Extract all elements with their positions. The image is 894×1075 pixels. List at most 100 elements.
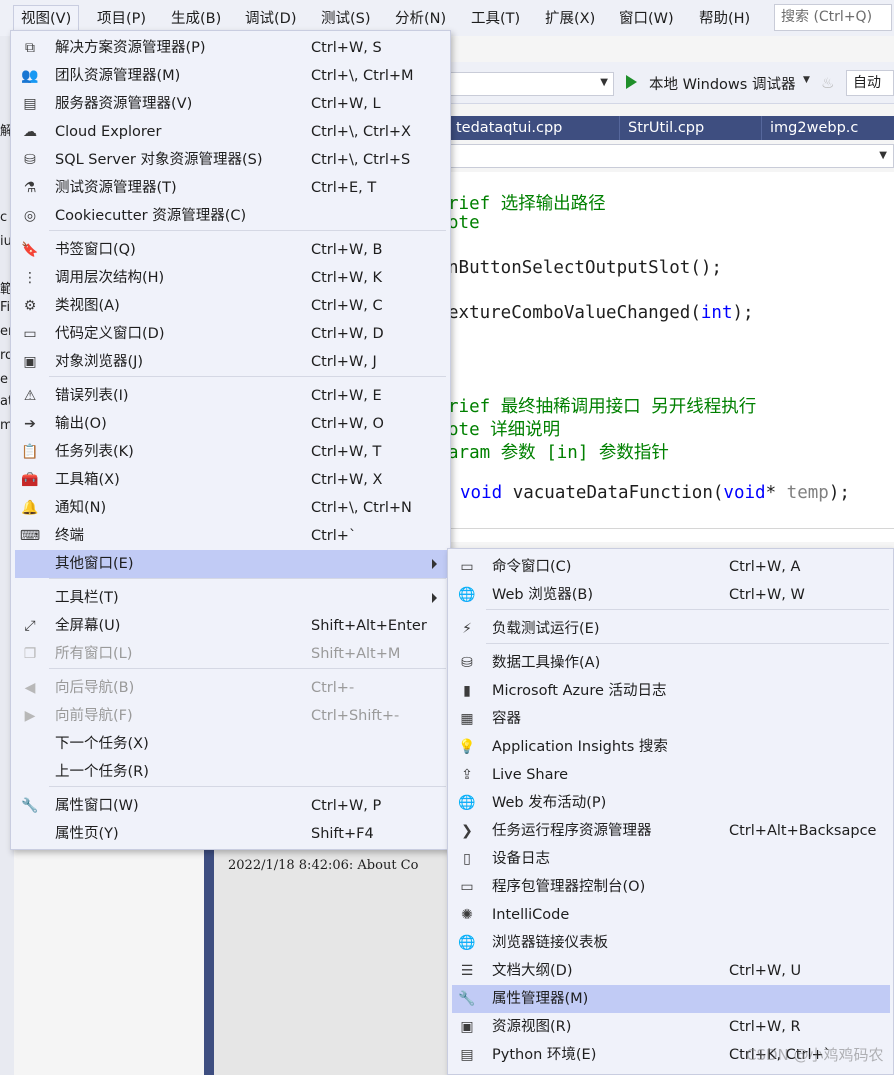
- other-windows-item[interactable]: 🌐 Web 发布活动(P): [452, 789, 890, 817]
- view-menu-item[interactable]: ☁ Cloud Explorer Ctrl+\, Ctrl+X: [15, 118, 447, 146]
- view-menu-item-label: Cloud Explorer: [55, 124, 162, 140]
- member-nav-combo[interactable]: ▼: [448, 144, 894, 168]
- other-windows-item[interactable]: ▦ 容器: [452, 705, 890, 733]
- view-menu-item[interactable]: 🔔 通知(N) Ctrl+\, Ctrl+N: [15, 494, 447, 522]
- other-windows-item[interactable]: ▭ 命令窗口(C) Ctrl+W, A: [452, 553, 890, 581]
- other-windows-item[interactable]: ▯ 设备日志: [452, 845, 890, 873]
- other-windows-item-label: 资源视图(R): [492, 1019, 572, 1035]
- view-menu-item[interactable]: ▤ 服务器资源管理器(V) Ctrl+W, L: [15, 90, 447, 118]
- other-windows-item-label: 容器: [492, 711, 521, 727]
- tab-dataqtui[interactable]: tedataqtui.cpp: [448, 116, 619, 140]
- view-menu-item-label: 任务列表(K): [55, 444, 134, 460]
- navigate-back-icon: ◀: [24, 680, 36, 696]
- menu-build[interactable]: 生成(B): [163, 5, 229, 31]
- view-menu-item-shortcut: Ctrl+W, X: [311, 472, 383, 488]
- code-line: aram 参数 [in] 参数指针: [448, 443, 669, 463]
- live-share-icon: ⇪: [461, 767, 473, 783]
- view-menu-item[interactable]: 📋 任务列表(K) Ctrl+W, T: [15, 438, 447, 466]
- strip-text: c: [0, 210, 8, 225]
- view-menu-item-label: 全屏幕(U): [55, 618, 121, 634]
- other-windows-item[interactable]: ⛁ 数据工具操作(A): [452, 649, 890, 677]
- menu-test[interactable]: 测试(S): [313, 5, 379, 31]
- view-menu-item[interactable]: ⧉ 解决方案资源管理器(P) Ctrl+W, S: [15, 34, 447, 62]
- view-menu-item[interactable]: 属性页(Y) Shift+F4: [15, 820, 447, 848]
- other-windows-item[interactable]: 💡 Application Insights 搜索: [452, 733, 890, 761]
- browser-link-icon: 🌐: [458, 935, 476, 951]
- menu-separator: [49, 578, 446, 579]
- view-menu-item[interactable]: ❐ 所有窗口(L) Shift+Alt+M: [15, 640, 447, 668]
- menu-separator: [486, 609, 889, 610]
- menu-separator: [49, 376, 446, 377]
- other-windows-item[interactable]: ☰ 文档大纲(D) Ctrl+W, U: [452, 957, 890, 985]
- tab-img2webp[interactable]: img2webp.c: [761, 116, 894, 140]
- view-menu-item[interactable]: ⋮ 调用层次结构(H) Ctrl+W, K: [15, 264, 447, 292]
- view-menu-item-label: 上一个任务(R): [55, 764, 149, 780]
- view-menu-item[interactable]: 🔖 书签窗口(Q) Ctrl+W, B: [15, 236, 447, 264]
- other-windows-item[interactable]: ⇪ Live Share: [452, 761, 890, 789]
- other-windows-item[interactable]: ▮ Microsoft Azure 活动日志: [452, 677, 890, 705]
- menu-debug[interactable]: 调试(D): [237, 5, 304, 31]
- view-menu-item[interactable]: ▭ 代码定义窗口(D) Ctrl+W, D: [15, 320, 447, 348]
- view-menu-item[interactable]: 🔧 属性窗口(W) Ctrl+W, P: [15, 792, 447, 820]
- chevron-down-icon[interactable]: ▼: [803, 75, 810, 85]
- intellicode-icon: ✺: [461, 907, 473, 923]
- other-windows-item[interactable]: 🔧 属性管理器(M): [452, 985, 890, 1013]
- view-menu-item[interactable]: ▣ 对象浏览器(J) Ctrl+W, J: [15, 348, 447, 376]
- menu-window[interactable]: 窗口(W): [611, 5, 682, 31]
- menu-view[interactable]: 视图(V): [13, 5, 80, 31]
- bookmark-icon: 🔖: [21, 242, 39, 258]
- hot-reload-icon[interactable]: ♨: [821, 74, 834, 92]
- document-outline-icon: ☰: [460, 963, 474, 979]
- view-menu-item-label: 属性页(Y): [55, 826, 119, 842]
- code-line: nButtonSelectOutputSlot();: [448, 258, 722, 278]
- other-windows-item[interactable]: ✺ IntelliCode: [452, 901, 890, 929]
- play-icon[interactable]: [626, 75, 637, 89]
- view-menu-item[interactable]: ◀ 向后导航(B) Ctrl+-: [15, 674, 447, 702]
- view-menu-item[interactable]: ⤢ 全屏幕(U) Shift+Alt+Enter: [15, 612, 447, 640]
- menu-separator: [49, 786, 446, 787]
- view-menu-item[interactable]: ▶ 向前导航(F) Ctrl+Shift+-: [15, 702, 447, 730]
- menu-tools[interactable]: 工具(T): [463, 5, 528, 31]
- view-menu-item[interactable]: ⚗ 测试资源管理器(T) Ctrl+E, T: [15, 174, 447, 202]
- view-menu-item[interactable]: 🧰 工具箱(X) Ctrl+W, X: [15, 466, 447, 494]
- call-hierarchy-icon: ⋮: [23, 270, 37, 286]
- tab-strutil[interactable]: StrUtil.cpp: [619, 116, 761, 140]
- other-windows-item[interactable]: 🌐 Web 浏览器(B) Ctrl+W, W: [452, 581, 890, 609]
- view-menu-item[interactable]: 其他窗口(E): [15, 550, 447, 578]
- view-menu-item[interactable]: ⚠ 错误列表(I) Ctrl+W, E: [15, 382, 447, 410]
- other-windows-item[interactable]: 🌐 浏览器链接仪表板: [452, 929, 890, 957]
- view-menu-item[interactable]: 工具栏(T): [15, 584, 447, 612]
- view-menu-item-label: 书签窗口(Q): [55, 242, 136, 258]
- other-windows-item-label: 程序包管理器控制台(O): [492, 879, 646, 895]
- view-menu-item-label: Cookiecutter 资源管理器(C): [55, 208, 247, 224]
- view-menu-item-shortcut: Ctrl+W, E: [311, 388, 382, 404]
- menu-extensions[interactable]: 扩展(X): [537, 5, 603, 31]
- view-menu-item[interactable]: ➔ 输出(O) Ctrl+W, O: [15, 410, 447, 438]
- view-menu-item[interactable]: 上一个任务(R): [15, 758, 447, 786]
- view-menu-item-shortcut: Ctrl+W, C: [311, 298, 383, 314]
- search-input[interactable]: 搜索 (Ctrl+Q): [774, 4, 892, 31]
- team-explorer-icon: 👥: [21, 68, 39, 84]
- menu-project[interactable]: 项目(P): [89, 5, 154, 31]
- menu-analyze[interactable]: 分析(N): [387, 5, 454, 31]
- menu-separator: [486, 643, 889, 644]
- other-windows-item[interactable]: ▭ 程序包管理器控制台(O): [452, 873, 890, 901]
- menu-help[interactable]: 帮助(H): [691, 5, 758, 31]
- view-menu-item[interactable]: ⌨ 终端 Ctrl+`: [15, 522, 447, 550]
- other-windows-item[interactable]: ▣ 资源视图(R) Ctrl+W, R: [452, 1013, 890, 1041]
- solution-config-combo[interactable]: 自动: [846, 70, 894, 96]
- view-menu-item-shortcut: Ctrl+W, B: [311, 242, 383, 258]
- cloud-icon: ☁: [23, 124, 37, 140]
- view-menu-item-shortcut: Ctrl+\, Ctrl+S: [311, 152, 411, 168]
- view-menu-item[interactable]: ⛁ SQL Server 对象资源管理器(S) Ctrl+\, Ctrl+S: [15, 146, 447, 174]
- view-menu-item[interactable]: ◎ Cookiecutter 资源管理器(C): [15, 202, 447, 230]
- view-menu-item[interactable]: 👥 团队资源管理器(M) Ctrl+\, Ctrl+M: [15, 62, 447, 90]
- run-debugger-button[interactable]: 本地 Windows 调试器: [649, 73, 795, 94]
- other-windows-item[interactable]: ⚡ 负载测试运行(E): [452, 615, 890, 643]
- code-editor[interactable]: rief 选择输出路径 ote nButtonSelectOutputSlot(…: [448, 172, 894, 542]
- other-windows-item[interactable]: ❯ 任务运行程序资源管理器 Ctrl+Alt+Backsapce: [452, 817, 890, 845]
- view-menu-item[interactable]: 下一个任务(X): [15, 730, 447, 758]
- platform-combo[interactable]: ▼: [440, 72, 614, 96]
- view-menu-item[interactable]: ⚙ 类视图(A) Ctrl+W, C: [15, 292, 447, 320]
- other-windows-item-label: 属性管理器(M): [492, 991, 589, 1007]
